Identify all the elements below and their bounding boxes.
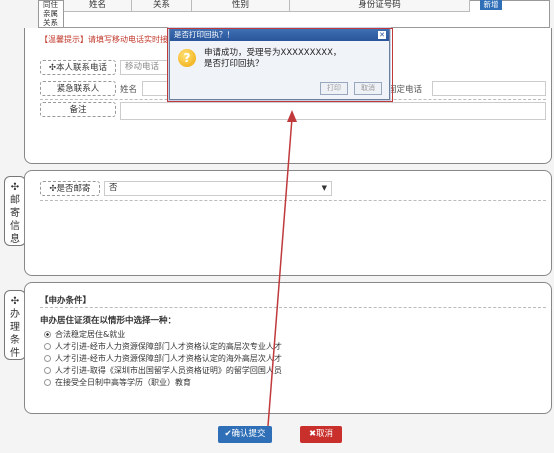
annotation-highlight-box xyxy=(167,28,393,102)
